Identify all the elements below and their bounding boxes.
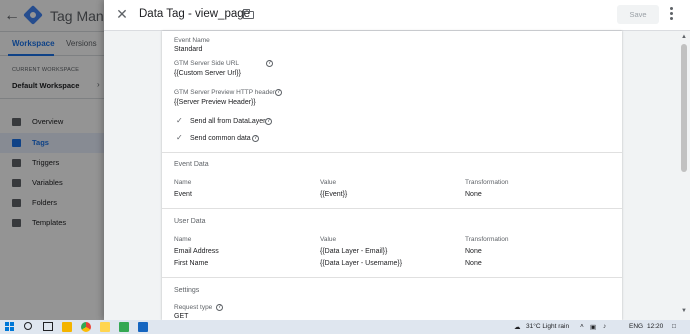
tag-configuration-card: Event Name Standard GTM Server Side URL … [162,31,622,320]
panel-header: ✕ Data Tag - view_page Save [104,0,690,31]
scrollbar-thumb[interactable] [681,44,687,172]
row-transformation: None [465,260,482,267]
event-name-label: Event Name [174,37,210,44]
tag-title[interactable]: Data Tag - view_page [139,8,250,20]
scroll-up-icon[interactable]: ▲ [681,34,687,40]
request-type-value: GET [174,313,189,320]
checkmark-icon: ✓ [176,116,183,125]
column-header-transformation: Transformation [465,236,509,243]
weather-cloud-icon[interactable]: ☁ [514,323,521,331]
tag-detail-panel: ✕ Data Tag - view_page Save Event Name S… [104,0,690,320]
server-url-label: GTM Server Side URL [174,60,240,67]
vertical-scrollbar[interactable]: ▲ ▼ [678,31,690,320]
language-indicator[interactable]: ENG [629,323,643,330]
section-divider [162,208,622,209]
column-header-value: Value [320,179,337,186]
row-name: First Name [174,260,209,267]
row-name: Event [174,191,192,198]
preview-header-label: GTM Server Preview HTTP header [174,89,276,96]
help-icon[interactable]: ? [265,118,272,125]
row-name: Email Address [174,248,219,255]
preview-header-value: {{Server Preview Header}} [174,99,256,106]
app-icon[interactable] [138,322,148,332]
chrome-icon[interactable] [81,322,91,332]
app-icon[interactable] [119,322,129,332]
checkmark-icon: ✓ [176,133,183,142]
row-value: {{Data Layer - Email}} [320,248,388,255]
row-value: {{Event}} [320,191,348,198]
weather-text[interactable]: 31°C Light rain [526,323,569,330]
clock[interactable]: 12:20 [647,323,663,330]
row-transformation: None [465,191,482,198]
notes-app-icon[interactable] [100,322,110,332]
notifications-icon[interactable]: □ [672,323,676,330]
event-name-value: Standard [174,46,203,53]
server-url-value: {{Custom Server Url}} [174,70,241,77]
save-button[interactable]: Save [617,5,659,24]
help-icon[interactable]: ? [252,135,259,142]
network-icon[interactable]: ▣ [590,323,596,331]
folder-icon[interactable] [242,8,254,19]
scroll-down-icon[interactable]: ▼ [681,308,687,314]
file-explorer-icon[interactable] [62,322,72,332]
section-divider [162,277,622,278]
user-data-title: User Data [174,218,206,225]
column-header-value: Value [320,236,337,243]
column-header-name: Name [174,179,192,186]
column-header-transformation: Transformation [465,179,509,186]
windows-start-icon[interactable] [5,322,15,332]
close-icon[interactable]: ✕ [114,5,130,23]
search-icon[interactable] [24,322,32,330]
settings-title: Settings [174,287,200,294]
send-all-datalayer-label: Send all from DataLayer [190,118,266,125]
help-icon[interactable]: ? [216,304,223,311]
send-common-data-label: Send common data [190,135,251,142]
row-transformation: None [465,248,482,255]
help-icon[interactable]: ? [266,60,273,67]
request-type-label: Request type [174,304,213,311]
taskbar: ☁ 31°C Light rain ˄ ▣ ♪ ENG 12:20 □ [0,320,690,334]
event-data-title: Event Data [174,161,209,168]
row-value: {{Data Layer - Username}} [320,260,403,267]
section-divider [162,152,622,153]
task-view-icon[interactable] [43,322,53,331]
show-hidden-icons-icon[interactable]: ˄ [580,323,584,330]
more-options-icon[interactable] [670,7,674,23]
help-icon[interactable]: ? [275,89,282,96]
volume-icon[interactable]: ♪ [603,323,606,330]
column-header-name: Name [174,236,192,243]
